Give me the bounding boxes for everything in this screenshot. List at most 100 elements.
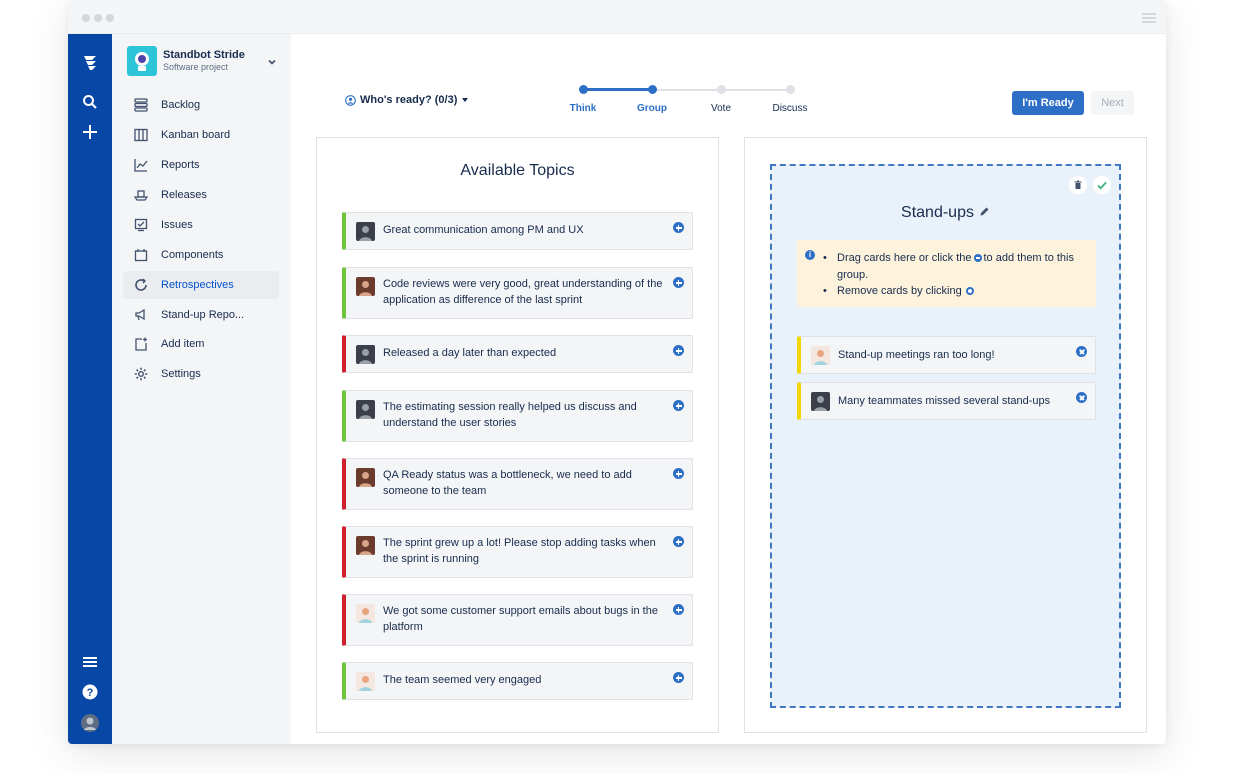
topic-text: We got some customer support emails abou… xyxy=(383,605,658,633)
add-to-group-icon[interactable] xyxy=(673,536,684,547)
topic-card[interactable]: QA Ready status was a bottleneck, we nee… xyxy=(342,458,693,510)
topic-text: The team seemed very engaged xyxy=(383,674,542,686)
hamburger-icon[interactable] xyxy=(1142,13,1156,25)
sidebar-item-backlog[interactable]: Backlog xyxy=(123,91,279,119)
topic-card[interactable]: Code reviews were very good, great under… xyxy=(342,267,693,319)
topic-text: The estimating session really helped us … xyxy=(383,401,637,429)
sidebar-item-standup-reports[interactable]: Stand-up Repo... xyxy=(123,301,279,329)
sidebar-item-components[interactable]: Components xyxy=(123,241,279,269)
topic-card[interactable]: Released a day later than expected xyxy=(342,335,693,373)
sidebar-item-reports[interactable]: Reports xyxy=(123,151,279,179)
window-dot[interactable] xyxy=(94,14,102,22)
avatar xyxy=(356,536,375,555)
step-label-think[interactable]: Think xyxy=(553,103,613,114)
sidebar-item-issues[interactable]: Issues xyxy=(123,211,279,239)
topic-card[interactable]: We got some customer support emails abou… xyxy=(342,594,693,646)
menu-icon[interactable] xyxy=(68,656,112,668)
add-to-group-icon[interactable] xyxy=(673,468,684,479)
help-item: Remove cards by clicking xyxy=(823,283,1089,300)
project-switcher[interactable]: Standbot Stride Software project xyxy=(127,46,277,80)
help-text: Remove cards by clicking xyxy=(837,285,962,297)
add-to-group-icon[interactable] xyxy=(673,400,684,411)
chevron-down-icon[interactable] xyxy=(267,54,277,72)
checkmark-icon[interactable] xyxy=(1093,176,1111,194)
chevron-down-icon xyxy=(462,98,469,102)
sidebar-item-label: Retrospectives xyxy=(161,279,234,291)
user-avatar[interactable] xyxy=(68,714,112,732)
topic-card[interactable]: Great communication among PM and UX xyxy=(342,212,693,250)
backlog-icon xyxy=(133,97,149,113)
remove-icon xyxy=(965,287,974,296)
add-to-group-icon[interactable] xyxy=(673,345,684,356)
step-progress xyxy=(583,88,652,91)
avatar xyxy=(356,468,375,487)
group-title[interactable]: Stand-ups xyxy=(772,204,1119,222)
help-item: Drag cards here or click theto add them … xyxy=(823,250,1089,283)
window-dot[interactable] xyxy=(82,14,90,22)
group-card[interactable]: Many teammates missed several stand-ups xyxy=(797,382,1096,420)
group-panel: Stand-ups i Drag cards here or click the… xyxy=(744,137,1147,733)
add-item-icon xyxy=(133,336,149,352)
project-name: Standbot Stride xyxy=(163,49,245,61)
title-bar xyxy=(68,0,1166,34)
topic-text: Code reviews were very good, great under… xyxy=(383,278,663,306)
step-dot-group xyxy=(648,85,657,94)
remove-card-icon[interactable] xyxy=(1076,392,1087,403)
help-icon[interactable]: ? xyxy=(68,684,112,700)
whos-ready-dropdown[interactable]: Who's ready? (0/3) xyxy=(345,94,469,106)
step-dot-vote xyxy=(717,85,726,94)
sidebar-item-label: Kanban board xyxy=(161,129,231,141)
whos-ready-label: Who's ready? (0/3) xyxy=(360,94,458,106)
sidebar-item-label: Components xyxy=(161,249,224,261)
group-help-box: i Drag cards here or click theto add the… xyxy=(797,240,1096,307)
im-ready-button[interactable]: I'm Ready xyxy=(1012,91,1084,115)
window-controls xyxy=(82,14,114,22)
sidebar-item-label: Reports xyxy=(161,159,200,171)
sidebar-item-kanban-board[interactable]: Kanban board xyxy=(123,121,279,149)
project-type: Software project xyxy=(163,62,229,72)
window-dot[interactable] xyxy=(106,14,114,22)
step-label-group[interactable]: Group xyxy=(622,103,682,114)
avatar xyxy=(356,604,375,623)
help-text: Drag cards here or click the xyxy=(837,252,972,264)
global-nav: ? xyxy=(68,34,112,744)
jira-logo-icon[interactable] xyxy=(68,52,112,72)
sidebar-item-label: Add item xyxy=(161,338,205,350)
issues-icon xyxy=(133,217,149,233)
trash-icon[interactable] xyxy=(1069,176,1087,194)
avatar xyxy=(356,345,375,364)
sidebar-item-label: Releases xyxy=(161,189,207,201)
add-to-group-icon[interactable] xyxy=(673,222,684,233)
sidebar-item-settings[interactable]: Settings xyxy=(123,360,279,388)
search-icon[interactable] xyxy=(68,94,112,110)
sidebar-item-releases[interactable]: Releases xyxy=(123,181,279,209)
user-circle-icon xyxy=(345,94,356,106)
topic-card[interactable]: The sprint grew up a lot! Please stop ad… xyxy=(342,526,693,578)
remove-card-icon[interactable] xyxy=(1076,346,1087,357)
step-label-discuss[interactable]: Discuss xyxy=(760,103,820,114)
topic-card[interactable]: The team seemed very engaged xyxy=(342,662,693,700)
next-button[interactable]: Next xyxy=(1091,91,1134,115)
sidebar-item-retrospectives[interactable]: Retrospectives xyxy=(123,271,279,299)
sidebar-item-label: Stand-up Repo... xyxy=(161,309,245,321)
topic-card[interactable]: The estimating session really helped us … xyxy=(342,390,693,442)
avatar xyxy=(356,672,375,691)
main-content: Who's ready? (0/3) Think Group Vote Disc… xyxy=(291,34,1166,744)
add-to-group-icon[interactable] xyxy=(673,672,684,683)
add-to-group-icon[interactable] xyxy=(673,277,684,288)
create-icon[interactable] xyxy=(68,124,112,140)
group-dropzone[interactable]: Stand-ups i Drag cards here or click the… xyxy=(770,164,1121,708)
components-icon xyxy=(133,247,149,263)
svg-text:?: ? xyxy=(87,687,94,699)
add-icon xyxy=(973,254,982,263)
topic-text: QA Ready status was a bottleneck, we nee… xyxy=(383,469,632,497)
pencil-icon[interactable] xyxy=(979,206,990,217)
group-card[interactable]: Stand-up meetings ran too long! xyxy=(797,336,1096,374)
step-label-vote[interactable]: Vote xyxy=(691,103,751,114)
sidebar-item-add-item[interactable]: Add item xyxy=(123,330,279,358)
megaphone-icon xyxy=(133,307,149,323)
avatar xyxy=(811,392,830,411)
topic-text: The sprint grew up a lot! Please stop ad… xyxy=(383,537,656,565)
avatar xyxy=(356,222,375,241)
add-to-group-icon[interactable] xyxy=(673,604,684,615)
